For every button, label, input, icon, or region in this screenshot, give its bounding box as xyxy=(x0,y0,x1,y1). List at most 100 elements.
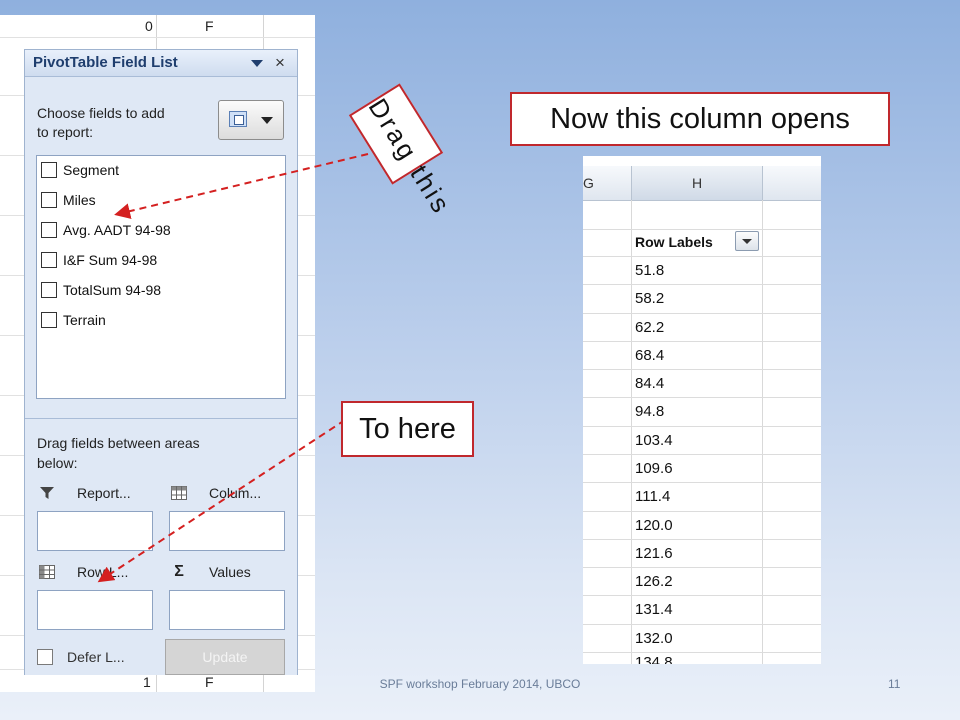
row-labels-filter-button[interactable] xyxy=(735,231,759,251)
field-item-if-sum[interactable]: I&F Sum 94-98 xyxy=(41,249,157,271)
values-label: Values xyxy=(209,564,251,580)
field-checkbox[interactable] xyxy=(41,162,57,178)
grid-line xyxy=(583,482,821,483)
drag-fields-label-line: below: xyxy=(37,455,78,471)
grid-line xyxy=(583,595,821,596)
pivottable-field-list: PivotTable Field List × Choose fields to… xyxy=(24,49,298,675)
field-label: Terrain xyxy=(63,312,106,328)
cell-value[interactable]: 0 xyxy=(145,15,153,37)
field-checkbox[interactable] xyxy=(41,252,57,268)
now-column-opens-callout: Now this column opens xyxy=(510,92,890,146)
slide-number: 11 xyxy=(888,677,901,691)
left-excel-screenshot: 0 F 1 F PivotTable Field List × Choose f… xyxy=(0,15,315,692)
report-filter-label: Report... xyxy=(77,485,131,501)
row-label-value[interactable]: 84.4 xyxy=(635,375,664,392)
field-item-avg-aadt[interactable]: Avg. AADT 94-98 xyxy=(41,219,171,241)
pivot-areas-section: Drag fields between areas below: Report.… xyxy=(25,418,297,675)
row-labels-drop-zone[interactable] xyxy=(37,590,153,630)
grid-line xyxy=(583,397,821,398)
grid-line xyxy=(583,426,821,427)
field-list-layout-icon xyxy=(229,111,247,127)
values-area-header: Σ Values xyxy=(171,563,251,581)
field-list-box: Segment Miles Avg. AADT 94-98 I&F Sum 94… xyxy=(36,155,286,399)
defer-checkbox[interactable] xyxy=(37,649,53,665)
field-item-segment[interactable]: Segment xyxy=(41,159,119,181)
report-filter-drop-zone[interactable] xyxy=(37,511,153,551)
grid-line xyxy=(583,341,821,342)
field-item-terrain[interactable]: Terrain xyxy=(41,309,106,331)
field-label: TotalSum 94-98 xyxy=(63,282,162,298)
grid-line xyxy=(583,511,821,512)
column-header-row: G H xyxy=(583,166,821,201)
column-grid-icon xyxy=(171,486,187,500)
grid-line xyxy=(583,454,821,455)
sigma-icon: Σ xyxy=(174,563,184,580)
field-label: Segment xyxy=(63,162,120,178)
column-labels-label: Colum... xyxy=(209,485,262,501)
grid-line xyxy=(583,284,821,285)
drag-fields-label: Drag fields between areas below: xyxy=(37,433,200,473)
grid-line xyxy=(583,539,821,540)
field-checkbox[interactable] xyxy=(41,192,57,208)
field-checkbox[interactable] xyxy=(41,312,57,328)
field-list-layout-button[interactable] xyxy=(218,100,284,140)
row-label-value[interactable]: 111.4 xyxy=(635,488,670,505)
pivot-panel-title: PivotTable Field List xyxy=(33,54,178,71)
pivot-panel-header: PivotTable Field List × xyxy=(25,50,297,77)
row-label-value[interactable]: 120.0 xyxy=(635,517,673,534)
field-item-totalsum[interactable]: TotalSum 94-98 xyxy=(41,279,161,301)
chevron-down-icon xyxy=(261,117,273,124)
grid-line xyxy=(583,369,821,370)
grid-line xyxy=(583,652,821,653)
row-label-value[interactable]: 126.2 xyxy=(635,573,673,590)
row-label-value[interactable]: 51.8 xyxy=(635,262,664,279)
row-label-value[interactable]: 103.4 xyxy=(635,432,673,449)
to-here-callout: To here xyxy=(341,401,474,457)
field-checkbox[interactable] xyxy=(41,222,57,238)
field-label: Avg. AADT 94-98 xyxy=(63,222,171,238)
funnel-icon xyxy=(40,487,54,499)
field-label: I&F Sum 94-98 xyxy=(63,252,158,268)
grid-line xyxy=(0,37,315,38)
choose-fields-label-line: to report: xyxy=(37,124,94,140)
row-labels-label: Row L... xyxy=(77,564,129,580)
grid-line xyxy=(583,567,821,568)
column-separator xyxy=(762,166,763,200)
report-filter-area-header: Report... xyxy=(39,485,131,501)
row-grid-icon xyxy=(39,565,55,579)
right-excel-screenshot: G H Row Labels 51.8 58.2 62.2 68.4 84.4 … xyxy=(583,156,821,664)
slide-footer: SPF workshop February 2014, UBCO xyxy=(379,677,581,691)
row-label-value[interactable]: 131.4 xyxy=(635,601,673,618)
column-labels-area-header: Colum... xyxy=(171,485,261,501)
row-labels-header: Row Labels xyxy=(635,234,713,250)
row-labels-area-header: Row L... xyxy=(39,564,128,580)
row-label-value[interactable]: 121.6 xyxy=(635,545,673,562)
row-label-value[interactable]: 132.0 xyxy=(635,630,673,647)
cell-value[interactable]: F xyxy=(205,15,214,37)
defer-label: Defer L... xyxy=(67,649,125,665)
grid-line xyxy=(583,229,821,230)
chevron-down-icon[interactable] xyxy=(251,60,263,67)
column-labels-drop-zone[interactable] xyxy=(169,511,285,551)
choose-fields-label-line: Choose fields to add xyxy=(37,105,165,121)
column-header-h[interactable]: H xyxy=(632,166,762,200)
grid-line xyxy=(583,624,821,625)
field-label: Miles xyxy=(63,192,96,208)
field-item-miles[interactable]: Miles xyxy=(41,189,96,211)
row-label-value[interactable]: 109.6 xyxy=(635,460,673,477)
field-checkbox[interactable] xyxy=(41,282,57,298)
row-label-value[interactable]: 62.2 xyxy=(635,319,664,336)
close-icon[interactable]: × xyxy=(275,53,285,73)
defer-layout-update[interactable]: Defer L... xyxy=(37,649,125,665)
row-label-value[interactable]: 58.2 xyxy=(635,290,664,307)
drag-this-callout: Drag this xyxy=(348,83,457,220)
values-drop-zone[interactable] xyxy=(169,590,285,630)
column-header-g[interactable]: G xyxy=(583,166,631,200)
row-label-value[interactable]: 68.4 xyxy=(635,347,664,364)
choose-fields-label: Choose fields to add to report: xyxy=(37,104,165,142)
row-label-value[interactable]: 134.8 xyxy=(635,654,673,664)
grid-line xyxy=(583,256,821,257)
update-button[interactable]: Update xyxy=(165,639,285,675)
row-label-value[interactable]: 94.8 xyxy=(635,403,664,420)
grid-line xyxy=(583,313,821,314)
